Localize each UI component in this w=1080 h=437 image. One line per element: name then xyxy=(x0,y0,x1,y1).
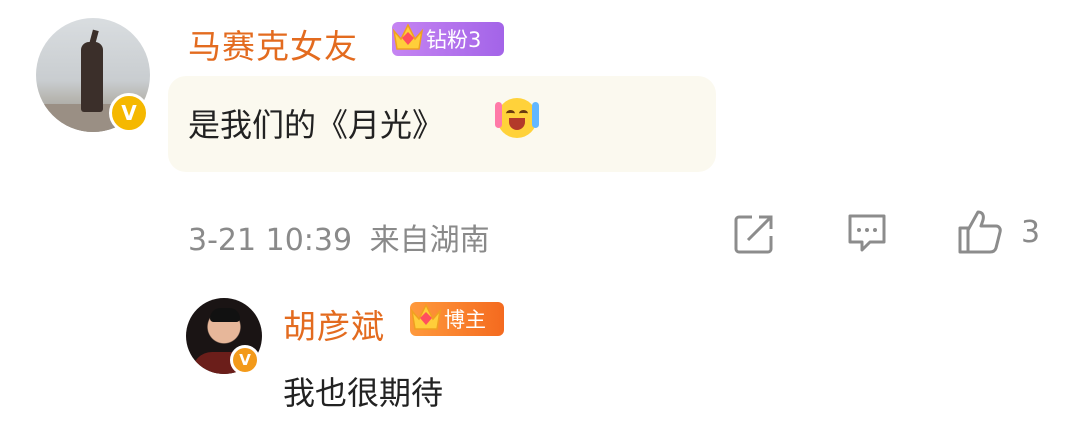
host-badge-label: 博主 xyxy=(444,308,486,332)
thumbs-up-icon[interactable] xyxy=(956,208,1004,256)
comment-text: 是我们的《月光》 xyxy=(188,106,445,144)
comment-timestamp: 3-21 10:39 xyxy=(188,223,353,258)
fan-level-label: 钻粉3 xyxy=(426,28,482,52)
fan-level-badge[interactable]: 钻粉3 xyxy=(392,20,504,58)
verified-badge-icon: V xyxy=(230,345,260,375)
comment-icon[interactable] xyxy=(846,212,888,254)
crown-icon xyxy=(410,303,442,330)
like-count: 3 xyxy=(1021,215,1041,250)
comment-location: 来自湖南 xyxy=(369,223,490,258)
reply-text: 我也很期待 xyxy=(283,374,444,412)
commenter-username[interactable]: 马赛克女友 xyxy=(188,20,358,68)
comment-meta: 3-21 10:39 来自湖南 xyxy=(188,215,490,259)
share-icon[interactable] xyxy=(733,213,775,255)
crown-icon xyxy=(392,23,424,50)
verified-badge-icon: V xyxy=(109,93,149,133)
host-badge[interactable]: 博主 xyxy=(410,300,504,338)
replier-username[interactable]: 胡彦斌 xyxy=(283,300,385,348)
laughing-crying-emoji-icon xyxy=(495,98,539,138)
